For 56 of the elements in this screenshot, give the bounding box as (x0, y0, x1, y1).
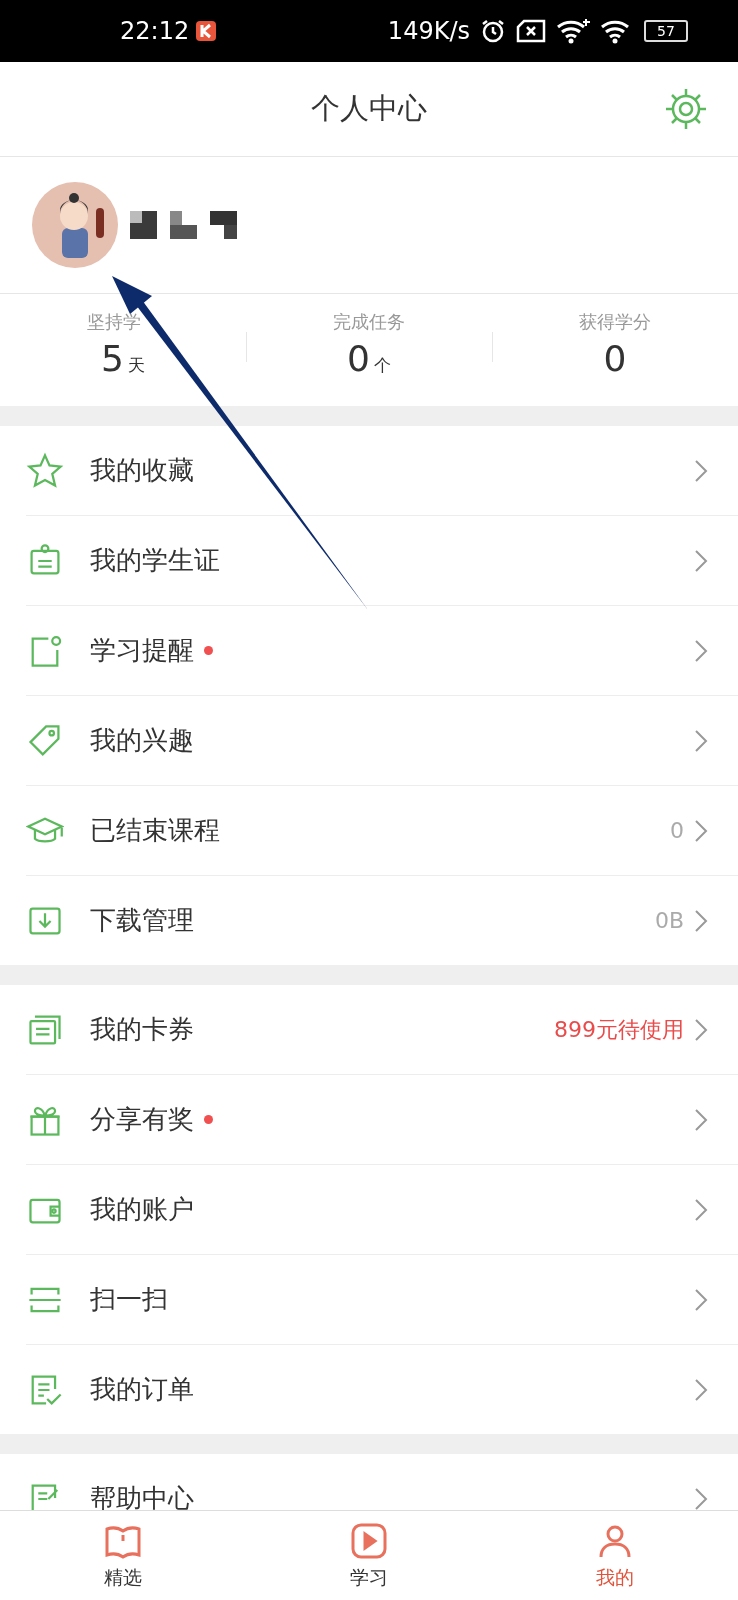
chevron-right-icon (694, 1017, 708, 1042)
tab[interactable]: 精选 (0, 1511, 246, 1600)
menu-value: 899元待使用 (554, 1015, 684, 1044)
chevron-right-icon (694, 1107, 708, 1132)
app-notification-icon (195, 20, 218, 42)
tab[interactable]: 我的 (492, 1511, 738, 1600)
alarm-icon (480, 18, 506, 44)
menu-value: 0B (654, 908, 684, 933)
network-speed: 149K/s (387, 17, 470, 45)
chevron-right-icon (694, 908, 708, 933)
menu-item[interactable]: 扫一扫 (26, 1255, 738, 1345)
menu-label: 下载管理 (90, 904, 194, 937)
menu-label: 分享有奖 (90, 1103, 194, 1136)
clock-time: 22:12 (120, 17, 190, 45)
menu-label: 我的兴趣 (90, 724, 194, 757)
stat-value: 0 (603, 338, 627, 379)
menu-label: 帮助中心 (90, 1482, 194, 1510)
menu-item[interactable]: 我的订单 (26, 1345, 738, 1434)
stat-label: 坚持学 (87, 310, 142, 334)
stat-value: 5 (101, 338, 124, 379)
menu-label: 扫一扫 (90, 1283, 168, 1316)
chevron-right-icon (694, 458, 708, 483)
menu-item[interactable]: 分享有奖 (26, 1075, 738, 1165)
menu-value: 0 (670, 818, 684, 843)
chevron-right-icon (694, 548, 708, 573)
avatar[interactable] (32, 182, 118, 268)
menu-item[interactable]: 下载管理 0B (26, 876, 738, 965)
stat-label: 完成任务 (333, 310, 405, 334)
wifi-icon (556, 18, 590, 44)
chevron-right-icon (694, 1287, 708, 1312)
stat-unit: 个 (373, 354, 391, 377)
page-title: 个人中心 (311, 90, 427, 127)
menu-label: 我的卡券 (90, 1013, 194, 1046)
sim-off-icon (516, 19, 546, 43)
menu-label: 我的学生证 (90, 544, 220, 577)
menu-label: 我的账户 (90, 1193, 194, 1226)
battery-indicator: 57 (644, 20, 688, 42)
menu-label: 已结束课程 (90, 814, 220, 847)
menu-item[interactable]: 我的账户 (26, 1165, 738, 1255)
stat-unit: 天 (127, 354, 145, 377)
stat-value: 0 (347, 338, 370, 379)
stat-label: 获得学分 (579, 310, 651, 334)
menu-item[interactable]: 学习提醒 (26, 606, 738, 696)
chevron-right-icon (694, 728, 708, 753)
menu-item[interactable]: 我的兴趣 (26, 696, 738, 786)
menu-item[interactable]: 已结束课程 0 (26, 786, 738, 876)
chevron-right-icon (694, 1377, 708, 1402)
chevron-right-icon (694, 1197, 708, 1222)
menu-label: 学习提醒 (90, 634, 194, 667)
menu-label: 我的订单 (90, 1373, 194, 1406)
tab[interactable]: 学习 (246, 1511, 492, 1600)
menu-item[interactable]: 我的卡券 899元待使用 (26, 985, 738, 1075)
chevron-right-icon (694, 818, 708, 843)
chevron-right-icon (694, 638, 708, 663)
star-icon (26, 451, 64, 490)
menu-label: 我的收藏 (90, 454, 194, 487)
